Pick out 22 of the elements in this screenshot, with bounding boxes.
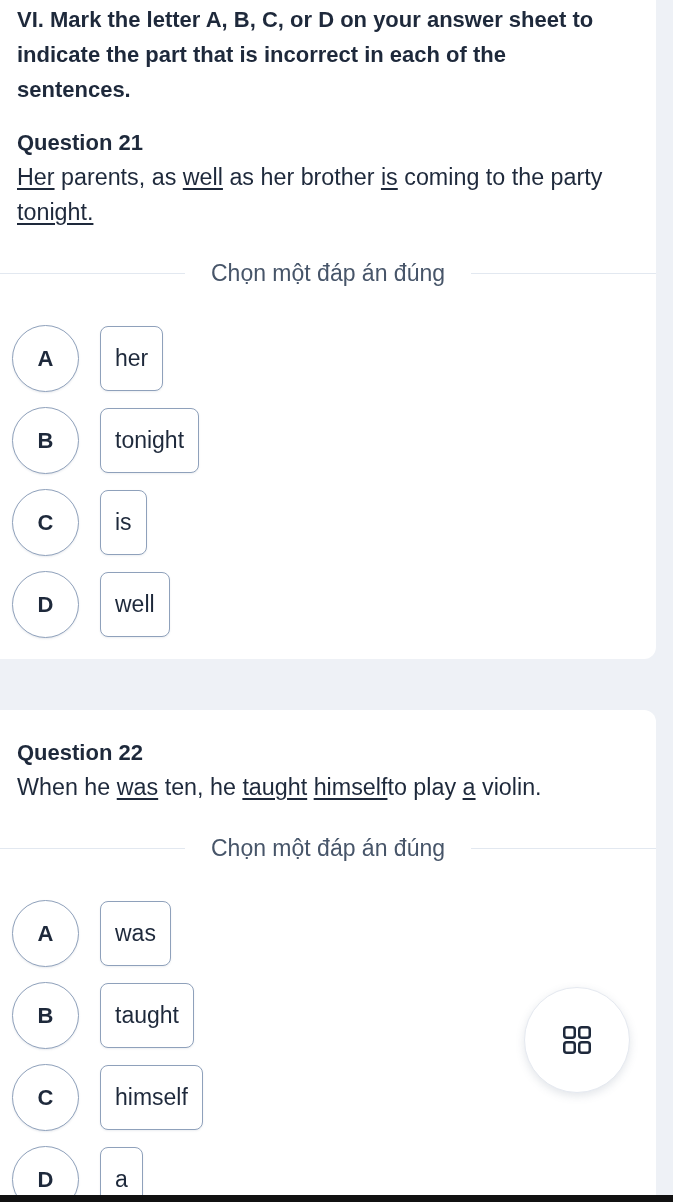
option-letter-button[interactable]: C (12, 1064, 79, 1131)
option-letter-button[interactable]: D (12, 571, 79, 638)
answer-option-button[interactable]: is (100, 490, 147, 555)
option-letter-button[interactable]: A (12, 900, 79, 967)
answer-option-button[interactable]: was (100, 901, 171, 966)
option-letter-button[interactable]: A (12, 325, 79, 392)
answer-option-button[interactable]: taught (100, 983, 194, 1048)
question-title: Question 21 (17, 129, 144, 157)
answer-prompt: Chọn một đáp án đúng (211, 834, 445, 863)
answer-option-button[interactable]: himself (100, 1065, 203, 1130)
answer-option-button[interactable]: her (100, 326, 164, 391)
answer-prompt: Chọn một đáp án đúng (211, 259, 445, 288)
instruction-text: VI. Mark the letter A, B, C, or D on your answer sheet to indicate the part that is incorrect in each of the sentences. (17, 6, 595, 104)
question-sentence: When he was ten, he taught himselfto play a violin. (17, 773, 543, 802)
grid-icon (563, 1026, 591, 1054)
question-sentence: Her parents, as well as her brother is coming to the party tonight. (17, 163, 604, 227)
option-letter-button[interactable]: B (12, 407, 79, 474)
answer-option-button[interactable]: well (100, 572, 170, 637)
question-title: Question 22 (17, 739, 144, 767)
option-letter-button[interactable]: B (12, 982, 79, 1049)
option-letter-button[interactable]: C (12, 489, 79, 556)
answer-option-button[interactable]: tonight (100, 408, 200, 473)
